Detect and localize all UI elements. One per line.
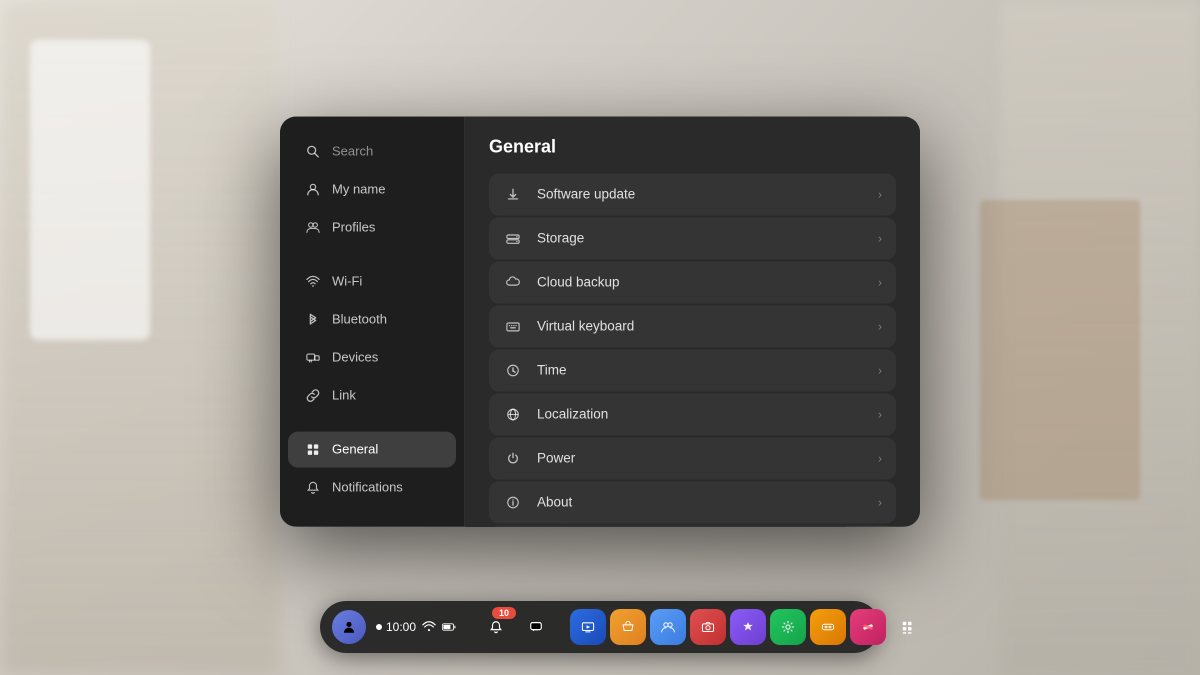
sidebar-item-link[interactable]: Link (288, 377, 456, 413)
sidebar-item-search[interactable]: Search (288, 133, 456, 169)
taskbar-notifications[interactable] (478, 609, 514, 645)
chevron-icon: › (878, 231, 882, 245)
menu-item-storage[interactable]: Storage › (489, 217, 896, 259)
taskbar-avatar[interactable] (332, 610, 366, 644)
wifi-status-icon (422, 620, 436, 634)
search-icon (304, 142, 322, 160)
taskbar-grid-button[interactable] (890, 609, 926, 645)
settings-sidebar: Search My name Profiles Wi-Fi (280, 116, 465, 526)
chevron-icon: › (878, 275, 882, 289)
sidebar-profiles-label: Profiles (332, 220, 375, 235)
bluetooth-icon (304, 310, 322, 328)
menu-item-virtual-keyboard[interactable]: Virtual keyboard › (489, 305, 896, 347)
link-icon (304, 386, 322, 404)
menu-item-power[interactable]: Power › (489, 437, 896, 479)
page-title: General (489, 136, 896, 157)
general-icon (304, 440, 322, 458)
sidebar-devices-label: Devices (332, 350, 378, 365)
devices-icon (304, 348, 322, 366)
taskbar-app-purple[interactable] (730, 609, 766, 645)
taskbar-time: 10:00 (386, 620, 416, 634)
about-label: About (537, 495, 864, 510)
menu-item-about[interactable]: About › (489, 481, 896, 523)
power-label: Power (537, 451, 864, 466)
localization-label: Localization (537, 407, 864, 422)
taskbar-app-tv[interactable] (570, 609, 606, 645)
software-update-label: Software update (537, 187, 864, 202)
sidebar-item-notifications[interactable]: Notifications (288, 469, 456, 505)
sidebar-item-profiles[interactable]: Profiles (288, 209, 456, 245)
menu-item-regulatory[interactable]: Regulatory › (489, 525, 896, 526)
sidebar-item-wifi[interactable]: Wi-Fi (288, 263, 456, 299)
taskbar-app-store[interactable] (610, 609, 646, 645)
taskbar: 10:00 (320, 601, 880, 653)
keyboard-icon (503, 316, 523, 336)
taskbar-app-camera[interactable] (690, 609, 726, 645)
wifi-icon (304, 272, 322, 290)
virtual-keyboard-label: Virtual keyboard (537, 319, 864, 334)
person-icon (304, 180, 322, 198)
power-icon (503, 448, 523, 468)
sidebar-myname-label: My name (332, 182, 385, 197)
bg-shelf (980, 200, 1140, 500)
taskbar-app-beatsaber[interactable] (850, 609, 886, 645)
chevron-icon: › (878, 363, 882, 377)
info-icon (503, 492, 523, 512)
download-icon (503, 184, 523, 204)
sidebar-wifi-label: Wi-Fi (332, 274, 362, 289)
taskbar-messages[interactable] (518, 609, 554, 645)
chevron-icon: › (878, 319, 882, 333)
menu-item-software-update[interactable]: Software update › (489, 173, 896, 215)
sidebar-item-myname[interactable]: My name (288, 171, 456, 207)
sidebar-item-general[interactable]: General (288, 431, 456, 467)
settings-main-content: General Software update › Storage › Clou… (465, 116, 920, 526)
profiles-icon (304, 218, 322, 236)
sidebar-item-bluetooth[interactable]: Bluetooth (288, 301, 456, 337)
storage-label: Storage (537, 231, 864, 246)
menu-item-cloud-backup[interactable]: Cloud backup › (489, 261, 896, 303)
taskbar-status: 10:00 (370, 620, 462, 634)
cloud-icon (503, 272, 523, 292)
bell-icon (304, 478, 322, 496)
bg-window (30, 40, 150, 340)
taskbar-dot (376, 624, 382, 630)
storage-icon (503, 228, 523, 248)
chevron-icon: › (878, 451, 882, 465)
globe-icon (503, 404, 523, 424)
clock-icon (503, 360, 523, 380)
sidebar-item-environment[interactable]: Environment setup (288, 523, 456, 526)
sidebar-search-label: Search (332, 144, 373, 159)
taskbar-app-vr[interactable] (810, 609, 846, 645)
sidebar-general-label: General (332, 442, 378, 457)
chevron-icon: › (878, 187, 882, 201)
settings-window: Search My name Profiles Wi-Fi (280, 116, 920, 526)
menu-item-localization[interactable]: Localization › (489, 393, 896, 435)
battery-icon (442, 620, 456, 634)
chevron-icon: › (878, 407, 882, 421)
taskbar-app-people[interactable] (650, 609, 686, 645)
chevron-icon: › (878, 495, 882, 509)
taskbar-app-settings[interactable] (770, 609, 806, 645)
sidebar-item-devices[interactable]: Devices (288, 339, 456, 375)
sidebar-notifications-label: Notifications (332, 480, 403, 495)
time-label: Time (537, 363, 864, 378)
sidebar-bluetooth-label: Bluetooth (332, 312, 387, 327)
cloud-backup-label: Cloud backup (537, 275, 864, 290)
menu-item-time[interactable]: Time › (489, 349, 896, 391)
sidebar-link-label: Link (332, 388, 356, 403)
